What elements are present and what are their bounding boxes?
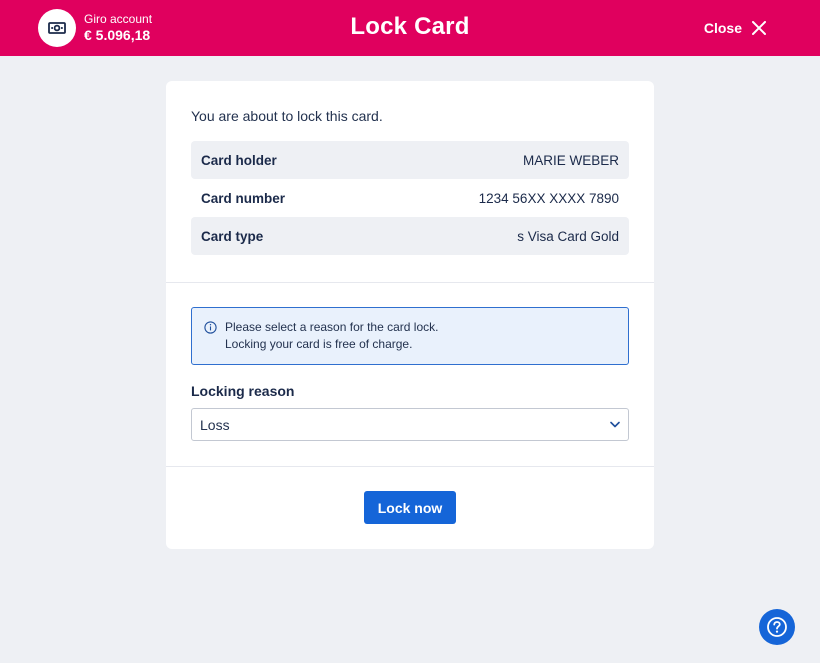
info-notice: Please select a reason for the card lock… [191, 307, 629, 365]
section-divider [166, 466, 654, 467]
card-holder-value: MARIE WEBER [522, 152, 619, 168]
lock-card-panel: You are about to lock this card. Card ho… [166, 81, 654, 549]
card-type-row: Card type s Visa Card Gold [191, 217, 629, 255]
info-icon [204, 321, 217, 334]
card-number-row: Card number 1234 56XX XXXX 7890 [191, 179, 629, 217]
locking-reason-value: Loss [200, 416, 230, 433]
locking-reason-label: Locking reason [191, 383, 295, 399]
help-button[interactable] [759, 609, 795, 645]
card-type-value: s Visa Card Gold [517, 228, 619, 244]
info-text: Please select a reason for the card lock… [225, 319, 438, 364]
header-bar: Giro account € 5.096,18 Lock Card Close [0, 0, 820, 56]
card-number-label: Card number [201, 190, 286, 206]
card-details: Card holder MARIE WEBER Card number 1234… [191, 141, 629, 255]
locking-reason-select[interactable]: Loss [191, 408, 629, 441]
lock-now-button[interactable]: Lock now [364, 491, 456, 524]
intro-text: You are about to lock this card. [191, 108, 383, 124]
close-label: Close [703, 20, 742, 36]
card-number-value: 1234 56XX XXXX 7890 [478, 190, 619, 206]
help-icon [767, 617, 787, 637]
info-line-2: Locking your card is free of charge. [225, 337, 413, 351]
info-line-1: Please select a reason for the card lock… [225, 320, 439, 334]
page-title: Lock Card [350, 13, 470, 40]
section-divider [166, 282, 654, 283]
card-holder-label: Card holder [201, 152, 277, 168]
card-type-label: Card type [201, 228, 264, 244]
close-button[interactable]: Close [704, 17, 766, 39]
chevron-down-icon [610, 421, 620, 428]
close-icon [752, 21, 766, 35]
card-holder-row: Card holder MARIE WEBER [191, 141, 629, 179]
